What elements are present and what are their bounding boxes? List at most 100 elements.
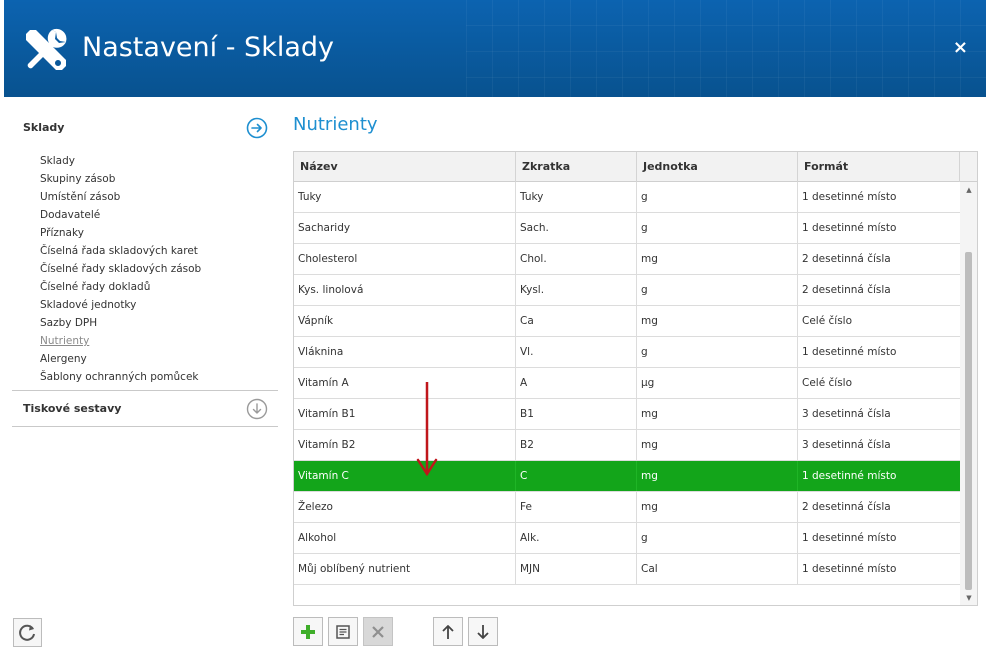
table-cell-unit: Cal: [637, 554, 798, 584]
nutrients-table: Název Zkratka Jednotka Formát Tuky Tuky g 1…: [293, 151, 978, 606]
sidebar-item[interactable]: Příznaky: [40, 224, 278, 242]
sidebar-item[interactable]: Šablony ochranných pomůcek: [40, 368, 278, 386]
header-pattern: [466, 0, 986, 97]
table-cell-name: Vláknina: [294, 337, 516, 367]
table-cell-format: Celé číslo: [802, 377, 853, 389]
table-cell-name: Sacharidy: [294, 213, 516, 243]
sidebar-section-tiskove-sestavy[interactable]: Tiskové sestavy: [12, 391, 278, 427]
table-row[interactable]: Můj oblíbený nutrient MJN Cal 1 desetinné m…: [294, 554, 960, 585]
sidebar-item[interactable]: Číselné řady skladových zásob: [40, 260, 278, 278]
table-cell-name: Cholesterol: [294, 244, 516, 274]
column-header-zkratka[interactable]: Zkratka: [516, 152, 637, 182]
sidebar-section-label: Tiskové sestavy: [23, 402, 122, 415]
table-row[interactable]: Vitamín A Aμg Celé číslo: [294, 368, 960, 399]
table-row[interactable]: Vitamín B1 B1 mg 3 desetinná čísla: [294, 399, 960, 430]
sidebar-item[interactable]: Skladové jednotky: [40, 296, 278, 314]
table-cell-unit: mg: [637, 430, 798, 460]
table-row[interactable]: Alkohol Alk. g 1 desetinné místo: [294, 523, 960, 554]
edit-button[interactable]: [328, 617, 358, 646]
sidebar-item[interactable]: Číselné řady dokladů: [40, 278, 278, 296]
sidebar-item[interactable]: Sklady: [40, 152, 278, 170]
table-scrollbar[interactable]: ▲ ▼: [960, 182, 977, 605]
scroll-thumb[interactable]: [965, 252, 972, 590]
move-up-button[interactable]: [433, 617, 463, 646]
sidebar-items: Sklady Skupiny zásob Umístění zásob Dodavat…: [12, 146, 278, 391]
sidebar-item[interactable]: Alergeny: [40, 350, 278, 368]
table-cell-unit: μg: [637, 368, 798, 398]
table-cell-name: Vápník: [294, 306, 516, 336]
table-cell-format: 1 desetinné místo: [802, 470, 897, 482]
table-cell-format: 2 desetinná čísla: [802, 501, 891, 513]
table-cell-abbr: Chol.: [516, 244, 637, 274]
move-down-button[interactable]: [468, 617, 498, 646]
table-cell-format: 1 desetinné místo: [802, 191, 897, 203]
window-title: Nastavení - Sklady: [82, 32, 334, 63]
table-cell-unit: mg: [637, 244, 798, 274]
column-header-jednotka[interactable]: Jednotka: [637, 152, 798, 182]
close-icon[interactable]: ×: [953, 38, 968, 58]
table-cell-unit: mg: [637, 461, 798, 491]
sidebar-section-sklady[interactable]: Sklady: [12, 110, 278, 146]
table-cell-format: 2 desetinná čísla: [802, 253, 891, 265]
add-button[interactable]: [293, 617, 323, 646]
table-row[interactable]: Železo Fe mg 2 desetinná čísla: [294, 492, 960, 523]
sidebar-item[interactable]: Sazby DPH: [40, 314, 278, 332]
scroll-up-icon[interactable]: ▲: [964, 185, 974, 195]
sidebar-section-label: Sklady: [23, 121, 65, 134]
table-cell-unit: mg: [637, 492, 798, 522]
table-row[interactable]: Sacharidy Sach. g 1 desetinné místo: [294, 213, 960, 244]
table-cell-name: Vitamín C: [294, 461, 516, 491]
sidebar: Sklady Sklady Skupiny zásob Umístění zásob…: [12, 110, 278, 427]
tools-icon: [26, 28, 67, 70]
table-cell-format: 3 desetinná čísla: [802, 408, 891, 420]
table-cell-name: Vitamín B1: [294, 399, 516, 429]
table-cell-format: Celé číslo: [802, 315, 853, 327]
table-cell-abbr: Ca: [516, 306, 637, 336]
table-cell-abbr: Kysl.: [516, 275, 637, 305]
table-cell-abbr: B1: [516, 399, 637, 429]
column-header-format[interactable]: Formát: [798, 152, 960, 182]
table-cell-format: 1 desetinné místo: [802, 346, 897, 358]
refresh-button[interactable]: [13, 618, 42, 647]
edit-icon: [336, 624, 350, 639]
window-header: Nastavení - Sklady ×: [4, 0, 986, 97]
table-cell-abbr: Vl.: [516, 337, 637, 367]
column-header-nazev[interactable]: Název: [294, 152, 516, 182]
table-cell-unit: g: [637, 275, 798, 305]
sidebar-item[interactable]: Nutrienty: [40, 332, 278, 350]
scroll-down-icon[interactable]: ▼: [964, 593, 974, 603]
arrow-right-circle-icon[interactable]: [246, 117, 268, 139]
table-cell-name: Železo: [294, 492, 516, 522]
table-cell-name: Můj oblíbený nutrient: [294, 554, 516, 584]
table-row[interactable]: Cholesterol Chol. mg 2 desetinná čísla: [294, 244, 960, 275]
refresh-icon: [19, 624, 35, 641]
table-body: Tuky Tuky g 1 desetinné místo Sacharidy Sach.…: [294, 182, 960, 585]
table-cell-format: 2 desetinná čísla: [802, 284, 891, 296]
sidebar-item[interactable]: Umístění zásob: [40, 188, 278, 206]
table-cell-format: 1 desetinné místo: [802, 563, 897, 575]
delete-button[interactable]: [363, 617, 393, 646]
table-row[interactable]: Vápník Ca mg Celé číslo: [294, 306, 960, 337]
add-icon: [301, 624, 315, 639]
table-cell-name: Vitamín B2: [294, 430, 516, 460]
table-cell-abbr: B2: [516, 430, 637, 460]
move-down-icon: [477, 624, 489, 639]
sidebar-item[interactable]: Dodavatelé: [40, 206, 278, 224]
table-cell-format: 3 desetinná čísla: [802, 439, 891, 451]
sidebar-item[interactable]: Číselná řada skladových karet: [40, 242, 278, 260]
table-cell-abbr: Tuky: [516, 182, 637, 212]
table-cell-unit: g: [637, 337, 798, 367]
table-row[interactable]: Tuky Tuky g 1 desetinné místo: [294, 182, 960, 213]
table-row[interactable]: Vláknina Vl. g 1 desetinné místo: [294, 337, 960, 368]
table-cell-abbr: MJN: [516, 554, 637, 584]
arrow-down-circle-icon[interactable]: [246, 398, 268, 420]
table-cell-unit: g: [637, 213, 798, 243]
sidebar-item[interactable]: Skupiny zásob: [40, 170, 278, 188]
table-cell-abbr: C: [516, 461, 637, 491]
table-cell-name: Vitamín A: [294, 368, 516, 398]
table-row[interactable]: Kys. linolová Kysl. g 2 desetinná čísla: [294, 275, 960, 306]
table-cell-name: Kys. linolová: [294, 275, 516, 305]
table-cell-abbr: Alk.: [516, 523, 637, 553]
table-row[interactable]: Vitamín B2 B2 mg 3 desetinná čísla: [294, 430, 960, 461]
table-row[interactable]: Vitamín C Cmg 1 desetinné místo: [294, 461, 960, 492]
